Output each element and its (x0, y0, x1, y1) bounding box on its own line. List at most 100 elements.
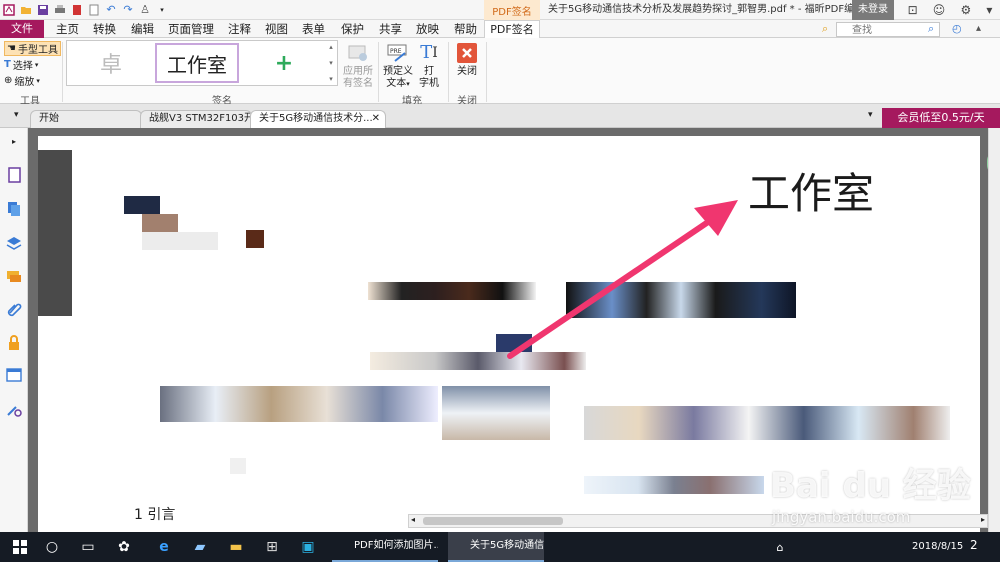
taskbar-app-foxit[interactable]: 关于5G移动通信技... (448, 532, 544, 562)
login-button[interactable]: 未登录 (852, 0, 894, 20)
ribbon: ☚ 手型工具 T 选择 ▾ ⊕ 缩放 ▾ 工具 卓 工作室 + ▴ ▾ ▾ 应用所 有签名… (0, 38, 1000, 107)
horizontal-scrollbar[interactable]: ◂ ▸ (408, 514, 988, 528)
pdf-icon[interactable] (70, 3, 84, 17)
zoom-tool-label: 缩放 (14, 77, 35, 88)
cortana-icon[interactable]: ○ (42, 537, 62, 557)
search-options-icon[interactable]: ◴ (952, 22, 962, 35)
menu-form[interactable]: 表单 (302, 20, 325, 38)
layers-icon[interactable] (5, 234, 23, 252)
menu-slideshow[interactable]: 放映 (416, 20, 439, 38)
explorer-icon[interactable]: ▬ (226, 537, 246, 557)
gallery-scroll[interactable]: ▴ ▾ ▾ (326, 43, 336, 83)
search-input[interactable] (852, 24, 924, 37)
restore-icon[interactable]: ⊡ (908, 3, 918, 17)
chevron-down-icon: ▾ (34, 60, 39, 69)
apply-all-label-1: 应用所 (343, 66, 373, 77)
comment-icon[interactable] (5, 268, 23, 286)
expand-panel-icon[interactable]: ▸ (5, 132, 23, 150)
options-dropdown-icon[interactable]: ▾ (986, 3, 992, 17)
undo-icon[interactable]: ↶ (104, 3, 118, 17)
menu-home[interactable]: 主页 (56, 20, 79, 38)
app-icon[interactable]: ▣ (298, 537, 318, 557)
add-signature-button[interactable]: + (243, 43, 325, 83)
gear-icon[interactable]: ⚙ (960, 3, 971, 17)
predefined-label-1: 预定义 (383, 66, 413, 77)
group-divider (448, 42, 449, 102)
menu-protect[interactable]: 保护 (341, 20, 364, 38)
screen-icon[interactable]: ▰ (190, 537, 210, 557)
menu-help[interactable]: 帮助 (454, 20, 477, 38)
menu-file[interactable]: 文件 (0, 20, 44, 38)
typewriter-button[interactable]: TI 打 字机 (417, 42, 441, 90)
zoom-tool-button[interactable]: ⊕ 缩放 ▾ (4, 73, 40, 88)
print-icon[interactable] (53, 3, 67, 17)
menu-edit[interactable]: 编辑 (131, 20, 154, 38)
attachment-icon[interactable] (5, 300, 23, 318)
close-tab-icon[interactable]: ✕ (372, 111, 380, 127)
search-field[interactable] (836, 22, 940, 37)
bookmark-pages-icon[interactable] (5, 200, 23, 218)
scroll-thumb[interactable] (423, 517, 563, 525)
scroll-left-icon[interactable]: ◂ (411, 515, 415, 524)
notification-icon[interactable]: 2 (970, 538, 978, 552)
tab-5g-doc[interactable]: 关于5G移动通信技术分... ✕ (250, 110, 386, 128)
gallery-expand-icon[interactable]: ▾ (329, 75, 333, 83)
apply-all-signatures-button[interactable]: 应用所 有签名 (340, 42, 376, 90)
taskbar-app-browser[interactable]: PDF如何添加图片... (332, 532, 438, 562)
lock-icon[interactable] (5, 334, 23, 352)
signature-item-2[interactable]: 工作室 (155, 43, 239, 83)
feedback-icon[interactable]: ☺ (933, 3, 946, 17)
menu-convert[interactable]: 转换 (93, 20, 116, 38)
member-promo-banner[interactable]: 会员低至0.5元/天 (882, 108, 1000, 128)
vertical-scrollbar[interactable] (988, 128, 1000, 532)
predefined-label-2: 文本 (386, 78, 407, 89)
navigation-panel: ▸ (0, 128, 28, 532)
taskbar-clock[interactable]: 2018/8/15 (912, 536, 963, 558)
signature-panel-icon[interactable] (5, 400, 23, 418)
edge-icon[interactable]: e (154, 537, 174, 557)
hand-tool-button[interactable]: ☚ 手型工具 (4, 41, 61, 56)
tab-start[interactable]: 开始 (30, 110, 142, 128)
network-icon[interactable]: ⌂ (770, 537, 790, 557)
save-icon[interactable] (36, 3, 50, 17)
chevron-up-icon[interactable]: ▴ (329, 43, 333, 51)
svg-text:PRE: PRE (390, 48, 402, 55)
scroll-right-icon[interactable]: ▸ (981, 515, 985, 524)
menu-page-manage[interactable]: 页面管理 (168, 20, 214, 38)
menu-share[interactable]: 共享 (379, 20, 402, 38)
customize-toolbar-icon[interactable]: ▾ (155, 3, 169, 17)
document-viewport[interactable]: 工作室 1 引言 (28, 128, 988, 532)
pinwheel-icon[interactable]: ✿ (114, 537, 134, 557)
tab-scroll-icon[interactable]: ▾ (868, 110, 873, 120)
expand-ribbon-icon[interactable]: ▴ (976, 23, 981, 34)
folder-open-icon[interactable] (19, 3, 33, 17)
windows-start-icon[interactable] (10, 537, 30, 557)
tab-list-icon[interactable]: ▾ (14, 110, 19, 120)
select-tool-button[interactable]: T 选择 ▾ (4, 57, 38, 72)
typewriter-label-1: 打 (424, 66, 434, 77)
tab-stm32[interactable]: 战舰V3 STM32F103开... (140, 110, 252, 128)
windows-taskbar: ○ ▭ ✿ e ▰ ▬ ⊞ ▣ PDF如何添加图片... 关于5G移动通信技..… (0, 532, 1000, 562)
search-icon[interactable]: ⌕ (928, 22, 934, 36)
menu-view[interactable]: 视图 (265, 20, 288, 38)
redo-icon[interactable]: ↷ (121, 3, 135, 17)
chevron-down-icon[interactable]: ▾ (329, 59, 333, 67)
tab-pdf-sign[interactable]: PDF签名 (484, 20, 540, 39)
app-logo-icon (2, 3, 16, 17)
close-sign-button[interactable]: 关闭 (452, 42, 482, 78)
task-view-icon[interactable]: ▭ (78, 537, 98, 557)
store-icon[interactable]: ⊞ (262, 537, 282, 557)
pdf-page[interactable]: 工作室 1 引言 (38, 136, 980, 532)
zoom-icon: ⊕ (4, 75, 13, 86)
form-icon[interactable] (5, 366, 23, 384)
group-divider (378, 42, 379, 102)
signature-item-1[interactable]: 卓 (69, 43, 153, 83)
signature-gallery: 卓 工作室 + ▴ ▾ ▾ (66, 40, 338, 86)
doc-icon[interactable] (87, 3, 101, 17)
typewriter-icon: TI (420, 42, 438, 63)
stamp-icon[interactable]: ♙ (138, 3, 152, 17)
menu-annotate[interactable]: 注释 (228, 20, 251, 38)
predefined-text-button[interactable]: PRE 预定义 文本▾ (381, 42, 415, 90)
find-icon[interactable]: ⌕ (822, 22, 828, 36)
page-thumbnail-icon[interactable] (5, 166, 23, 184)
